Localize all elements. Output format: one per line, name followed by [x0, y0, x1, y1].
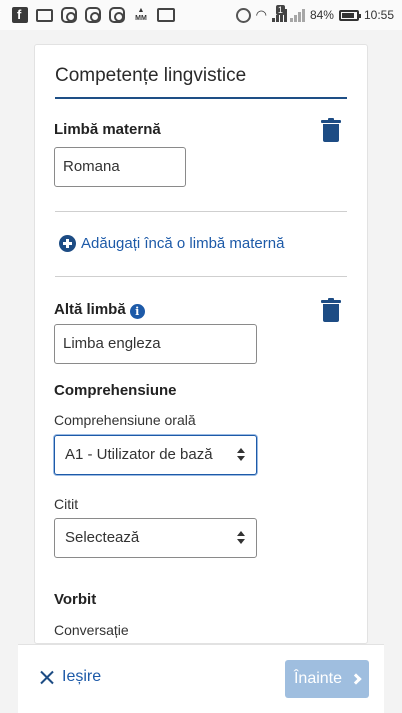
listening-label: Comprehensiune orală [54, 412, 196, 428]
conversation-label: Conversație [54, 622, 129, 638]
facebook-icon [12, 7, 28, 23]
mother-tongue-label: Limbă maternă [54, 121, 161, 138]
notification-count: 1 [275, 5, 285, 15]
select-arrows-icon [236, 447, 246, 463]
battery-percent: 84% [309, 8, 334, 22]
mother-tongue-input[interactable]: Romana [54, 147, 186, 187]
close-icon [40, 670, 54, 684]
other-language-label-row: Altă limbă i [54, 301, 145, 319]
next-label: Înainte [293, 670, 343, 687]
reading-select[interactable]: Selectează [54, 518, 257, 558]
other-language-label: Altă limbă [54, 301, 126, 318]
instagram-icon [61, 7, 77, 23]
divider [55, 276, 347, 277]
instagram-icon [85, 7, 101, 23]
section-title: Competențe lingvistice [55, 65, 347, 99]
image-icon [36, 8, 53, 22]
instagram-icon [109, 7, 125, 23]
speaking-heading: Vorbit [54, 591, 97, 608]
chevron-right-icon [350, 673, 362, 685]
listening-select-value: A1 - Utilizator de bază [65, 446, 213, 463]
other-language-input[interactable]: Limba engleza [54, 324, 257, 364]
info-icon[interactable]: i [129, 304, 145, 319]
clock: 10:55 [363, 8, 394, 22]
next-button[interactable]: Înainte [285, 660, 369, 698]
alarm-icon [235, 7, 251, 23]
divider [55, 211, 347, 212]
mm-icon: ▲ MM [135, 7, 147, 22]
status-bar: ▲MM ◠ 1 84% 10:55 [0, 0, 402, 30]
gmail-icon [157, 8, 175, 22]
battery-icon [338, 9, 361, 21]
trash-icon[interactable] [321, 298, 341, 322]
comprehension-heading: Comprehensiune [54, 382, 177, 399]
wifi-icon: ◠ [255, 7, 267, 22]
plus-circle-icon [59, 235, 76, 252]
exit-button[interactable]: Ieșire [40, 668, 101, 686]
select-arrows-icon [236, 530, 246, 546]
exit-label: Ieșire [62, 668, 102, 685]
listening-select[interactable]: A1 - Utilizator de bază [54, 435, 257, 475]
language-skills-card: Competențe lingvistice Limbă maternă Rom… [34, 44, 368, 644]
add-mother-tongue-link[interactable]: Adăugați încă o limbă maternă [59, 235, 284, 252]
trash-icon[interactable] [321, 118, 341, 142]
reading-label: Citit [54, 496, 79, 512]
bottom-action-bar: Ieșire Înainte [18, 644, 384, 713]
reading-select-value: Selectează [65, 529, 140, 546]
add-mother-tongue-label: Adăugați încă o limbă maternă [81, 235, 285, 252]
signal-icon [289, 8, 305, 22]
